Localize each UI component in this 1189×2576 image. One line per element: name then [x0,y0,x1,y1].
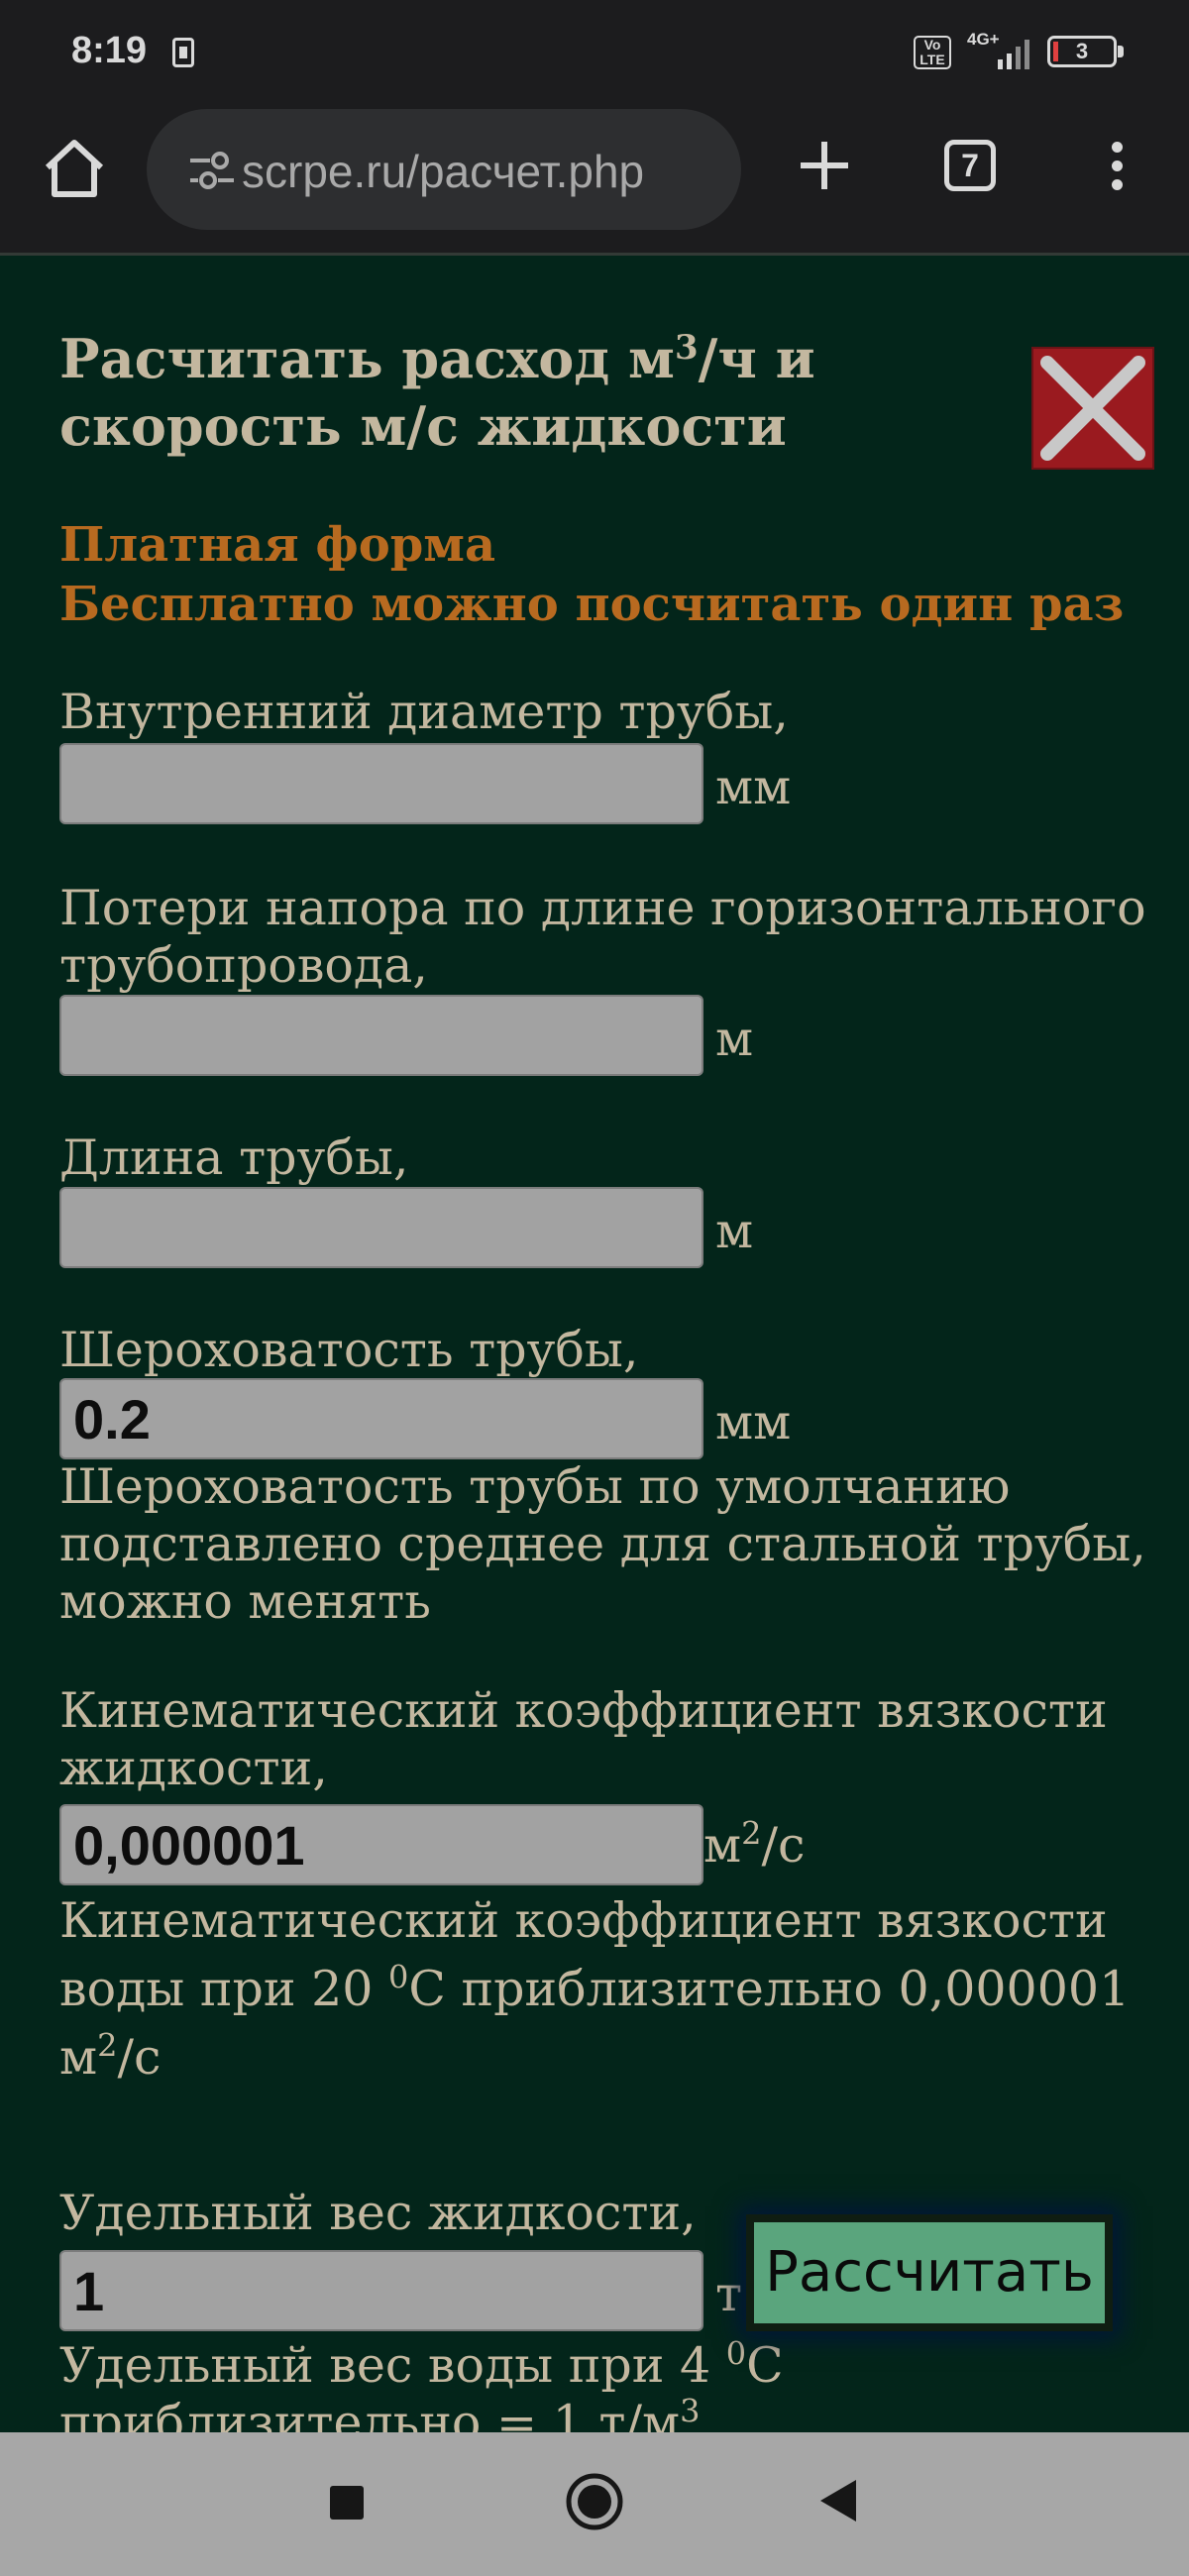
paid-notice-line1: Платная форма [59,517,496,573]
back-triangle-icon[interactable] [818,2478,858,2523]
specific-weight-unit: т [715,2266,743,2322]
page-content: Расчитать расход м3/ч и скорость м/с жид… [0,256,1189,2432]
pipe-length-label: Длина трубы, [59,1129,409,1186]
more-vert-icon[interactable] [1102,142,1132,201]
battery-icon: 3 [1047,36,1117,67]
status-time: 8:19 [71,30,148,71]
site-settings-icon[interactable] [188,151,236,190]
viscosity-label: Кинематический коэффициент вязкости жидк… [59,1682,1108,1796]
system-nav-bar [0,2432,1189,2576]
roughness-note: Шероховатость трубы по умолчанию подстав… [59,1458,1146,1630]
pipe-diameter-label: Внутренний диаметр трубы, [59,684,789,740]
battery-tip [1118,46,1124,57]
roughness-input[interactable] [59,1378,703,1459]
recents-square-icon[interactable] [330,2486,364,2520]
head-loss-input[interactable] [59,995,703,1076]
signal-icon [998,40,1029,69]
plus-icon[interactable] [793,134,856,197]
url-text[interactable]: scrpe.ru/расчет.php [242,145,644,198]
pipe-length-unit: м [715,1203,754,1259]
pipe-diameter-unit: мм [715,759,792,815]
close-button[interactable] [1031,347,1154,470]
viscosity-unit: м2/с [703,1814,806,1874]
battery-level: 3 [1075,39,1089,63]
roughness-unit: мм [715,1394,792,1450]
volte-icon: Vo LTE [914,36,951,69]
viscosity-note: Кинематический коэффициент вязкости воды… [59,1892,1131,2086]
tab-switcher-button[interactable]: 7 [944,140,996,191]
specific-weight-note: Удельный вес воды при 4 0С приблизительно… [59,2334,784,2432]
pipe-diameter-input[interactable] [59,743,703,824]
home-circle-icon[interactable] [565,2472,624,2531]
calculate-button[interactable]: Рассчитать [746,2214,1113,2331]
home-icon[interactable] [40,134,109,203]
paid-notice-line2: Бесплатно можно посчитать один раз [59,577,1125,632]
address-bar[interactable]: scrpe.ru/расчет.php [147,109,741,230]
viscosity-input[interactable] [59,1804,703,1885]
paid-form-notice: Платная форма Бесплатно можно посчитать … [59,515,1149,634]
pipe-length-input[interactable] [59,1187,703,1268]
browser-toolbar: scrpe.ru/расчет.php 7 [0,104,1189,256]
close-icon [1040,356,1145,461]
battery-saver-icon [172,38,194,67]
page-title: Расчитать расход м3/ч и скорость м/с жид… [59,327,815,458]
network-type: 4G+ [967,30,1000,49]
status-bar: 8:19 Vo LTE 4G+ 3 [0,0,1189,104]
head-loss-unit: м [715,1011,754,1067]
roughness-label: Шероховатость трубы, [59,1322,639,1378]
specific-weight-input[interactable] [59,2250,703,2331]
head-loss-label: Потери напора по длине горизонтального т… [59,880,1146,994]
